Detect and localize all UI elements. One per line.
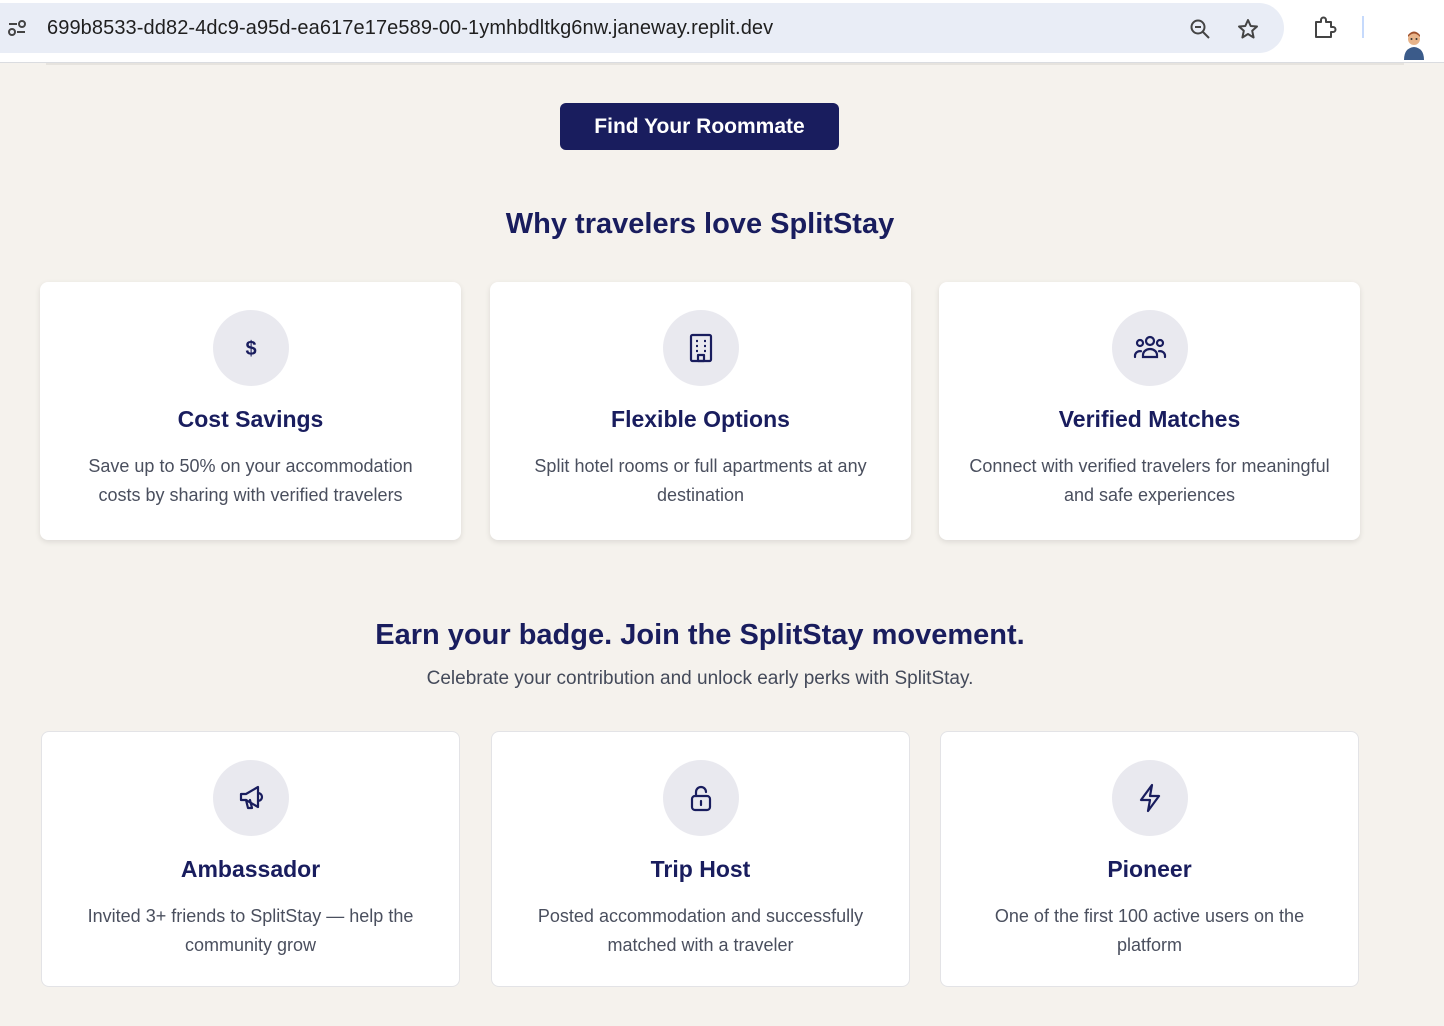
badge-card-pioneer: Pioneer One of the first 100 active user…	[940, 731, 1359, 987]
profile-avatar[interactable]	[1398, 28, 1430, 60]
url-text[interactable]: 699b8533-dd82-4dc9-a95d-ea617e17e589-00-…	[47, 17, 773, 40]
card-description: Connect with verified travelers for mean…	[969, 456, 1330, 505]
card-description: Invited 3+ friends to SplitStay — help t…	[87, 906, 414, 955]
extensions-icon[interactable]	[1312, 14, 1338, 40]
bookmark-star-icon[interactable]	[1236, 17, 1260, 41]
card-title: Verified Matches	[1058, 406, 1241, 432]
dollar-icon: $	[212, 310, 289, 386]
address-bar[interactable]: 699b8533-dd82-4dc9-a95d-ea617e17e589-00-…	[0, 3, 1284, 53]
toolbar-divider	[1362, 16, 1364, 38]
browser-toolbar: 699b8533-dd82-4dc9-a95d-ea617e17e589-00-…	[0, 0, 1444, 63]
card-title: Trip Host	[650, 856, 751, 882]
feature-card-verified-matches: Verified Matches Connect with verified t…	[939, 282, 1360, 540]
svg-text:$: $	[245, 338, 256, 360]
card-description: Split hotel rooms or full apartments at …	[534, 456, 867, 505]
badges-section-subtitle: Celebrate your contribution and unlock e…	[426, 668, 974, 689]
feature-card-cost-savings: $ Cost Savings Save up to 50% on your ac…	[40, 282, 461, 540]
lightning-icon	[1111, 760, 1188, 836]
card-title: Flexible Options	[611, 406, 790, 432]
card-title: Ambassador	[180, 856, 321, 882]
megaphone-icon	[212, 760, 289, 836]
zoom-icon[interactable]	[1188, 17, 1212, 41]
card-title: Cost Savings	[177, 406, 324, 432]
find-roommate-button[interactable]: Find Your Roommate	[560, 103, 839, 150]
card-description: One of the first 100 active users on the…	[994, 906, 1305, 955]
badges-section-title: Earn your badge. Join the SplitStay move…	[375, 619, 1025, 651]
why-section-title: Why travelers love SplitStay	[505, 208, 895, 240]
badge-card-trip-host: Trip Host Posted accommodation and succe…	[491, 731, 910, 987]
feature-card-flexible-options: Flexible Options Split hotel rooms or fu…	[490, 282, 911, 540]
header-divider	[46, 63, 1404, 65]
unlock-icon	[662, 760, 739, 836]
site-info-icon[interactable]	[6, 17, 28, 39]
card-title: Pioneer	[1107, 856, 1192, 882]
card-description: Posted accommodation and successfully ma…	[537, 906, 864, 955]
badge-card-ambassador: Ambassador Invited 3+ friends to SplitSt…	[41, 731, 460, 987]
card-description: Save up to 50% on your accommodation cos…	[88, 456, 413, 505]
building-icon	[662, 310, 739, 386]
users-icon	[1111, 310, 1188, 386]
